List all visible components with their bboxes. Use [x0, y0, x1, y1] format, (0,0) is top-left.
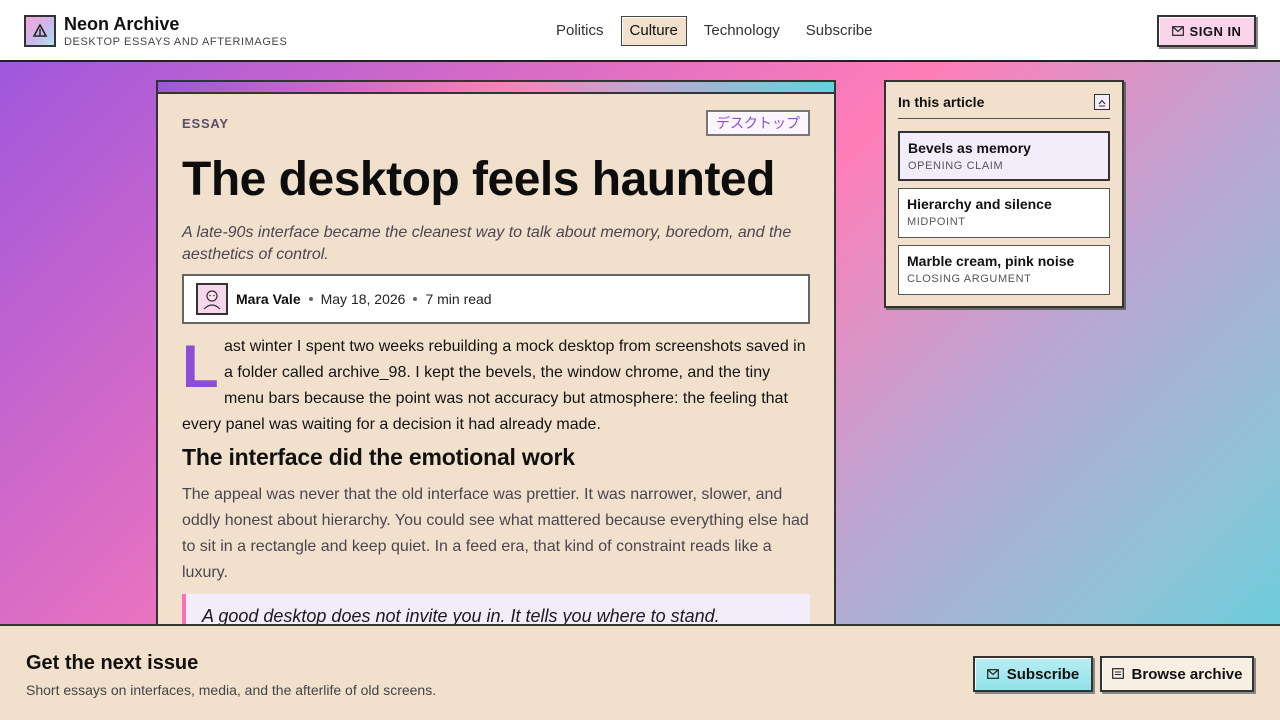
table-of-contents-panel: In this article Bevels as memory OPENING…: [884, 80, 1124, 308]
nav-subscribe[interactable]: Subscribe: [797, 16, 882, 46]
brand-subtitle: DESKTOP ESSAYS AND AFTERIMAGES: [64, 36, 288, 48]
separator-dot: [308, 297, 313, 301]
toc-item-sub: MIDPOINT: [907, 216, 966, 228]
browse-archive-label: Browse archive: [1131, 665, 1243, 683]
article-headline: The desktop feels haunted: [182, 153, 775, 206]
toc-item-label: Marble cream, pink noise: [907, 253, 1075, 269]
article-subhead: The interface did the emotional work: [182, 444, 575, 470]
article-paragraph-1: L ast winter I spent two weeks rebuildin…: [182, 334, 814, 438]
brand-text: Neon Archive DESKTOP ESSAYS AND AFTERIMA…: [64, 14, 287, 48]
article-paragraph-2: The appeal was never that the old interf…: [182, 486, 809, 581]
author-avatar[interactable]: [196, 283, 228, 315]
toc-header: In this article: [898, 94, 1110, 119]
toc-item-sub: CLOSING ARGUMENT: [907, 273, 1032, 285]
toc-item-bevels-as-memory[interactable]: Bevels as memory OPENING CLAIM: [898, 131, 1110, 181]
archive-icon: [1111, 666, 1124, 683]
newsletter-bar: Get the next issue Short essays on inter…: [0, 624, 1280, 720]
top-navigation-bar: Neon Archive DESKTOP ESSAYS AND AFTERIMA…: [0, 0, 1280, 62]
nav-politics[interactable]: Politics: [547, 16, 613, 46]
mail-icon: [986, 666, 999, 683]
topic-tag[interactable]: デスクトップ: [706, 110, 810, 136]
main-nav: Politics Culture Technology Subscribe: [547, 16, 889, 46]
article-window: ESSAY デスクトップ The desktop feels haunted A…: [156, 80, 836, 640]
publish-date: May 18, 2026: [320, 291, 406, 307]
toc-item-sub: OPENING CLAIM: [908, 160, 1004, 172]
sign-in-label: SIGN IN: [1189, 23, 1242, 39]
drop-cap: L: [182, 333, 219, 400]
nav-culture[interactable]: Culture: [620, 16, 687, 46]
article-title-strip: [158, 82, 834, 94]
nav-technology[interactable]: Technology: [695, 16, 789, 46]
brand-title: Neon Archive: [64, 14, 180, 34]
read-time: 7 min read: [425, 291, 492, 307]
subscribe-label: Subscribe: [1006, 665, 1080, 683]
mail-icon: [1171, 24, 1184, 39]
toc-item-label: Hierarchy and silence: [907, 196, 1052, 212]
brand[interactable]: Neon Archive DESKTOP ESSAYS AND AFTERIMA…: [24, 14, 287, 48]
toc-item-label: Bevels as memory: [908, 140, 1031, 156]
collapse-icon[interactable]: [1094, 94, 1110, 110]
article-dek: A late-90s interface became the cleanest…: [182, 224, 792, 263]
separator-dot: [413, 297, 418, 301]
article-kicker: ESSAY: [182, 116, 229, 131]
byline: Mara Vale May 18, 2026 7 min read: [182, 274, 810, 324]
author-name[interactable]: Mara Vale: [236, 291, 301, 307]
triangle-logo-icon: [24, 15, 56, 47]
subscribe-button[interactable]: Subscribe: [973, 656, 1093, 692]
toc-title: In this article: [898, 94, 985, 110]
paragraph-1-text: ast winter I spent two weeks rebuilding …: [182, 338, 806, 433]
browse-archive-button[interactable]: Browse archive: [1100, 656, 1254, 692]
toc-item-hierarchy-and-silence[interactable]: Hierarchy and silence MIDPOINT: [898, 188, 1110, 238]
toc-item-marble-cream[interactable]: Marble cream, pink noise CLOSING ARGUMEN…: [898, 245, 1110, 295]
sign-in-button[interactable]: SIGN IN: [1157, 15, 1256, 47]
newsletter-subtitle: Short essays on interfaces, media, and t…: [26, 682, 437, 698]
newsletter-title: Get the next issue: [26, 652, 199, 674]
